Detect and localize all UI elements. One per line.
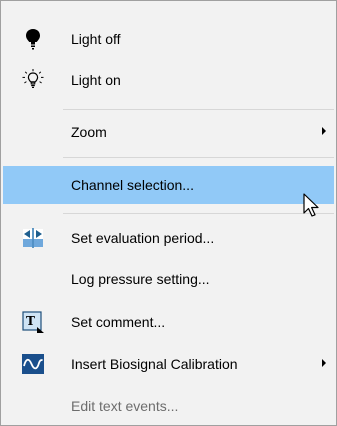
menu-item-label: Edit text events...	[71, 398, 179, 414]
menu-item-label: Log pressure setting...	[71, 271, 210, 287]
evaluation-period-icon	[21, 226, 45, 250]
menu-item-label: Insert Biosignal Calibration	[71, 356, 238, 372]
context-menu: Light off Light on Zoom Channel selectio…	[0, 0, 337, 426]
svg-text:T: T	[26, 314, 35, 328]
comment-text-icon: T	[21, 310, 45, 334]
menu-item-zoom[interactable]: Zoom	[3, 113, 334, 151]
menu-item-insert-biosignal-calibration[interactable]: Insert Biosignal Calibration	[3, 345, 334, 383]
submenu-arrow-icon	[322, 127, 326, 135]
menu-item-edit-text-events: Edit text events...	[3, 387, 334, 425]
mouse-pointer-icon	[303, 193, 323, 219]
menu-item-label: Channel selection...	[71, 177, 194, 193]
submenu-arrow-icon	[322, 359, 326, 367]
menu-separator	[63, 157, 334, 158]
lightbulb-filled-icon	[21, 27, 45, 51]
menu-item-set-comment[interactable]: T Set comment...	[3, 303, 334, 341]
menu-item-light-on[interactable]: Light on	[3, 61, 334, 99]
menu-item-label: Light off	[71, 31, 121, 47]
menu-separator	[63, 109, 334, 110]
menu-item-channel-selection[interactable]: Channel selection...	[3, 166, 334, 204]
menu-separator	[63, 213, 334, 214]
menu-item-label: Set evaluation period...	[71, 230, 215, 246]
sine-wave-icon	[21, 352, 45, 376]
menu-item-label: Light on	[71, 72, 121, 88]
lightbulb-glowing-icon	[21, 68, 45, 92]
menu-item-set-evaluation-period[interactable]: Set evaluation period...	[3, 219, 334, 257]
menu-item-light-off[interactable]: Light off	[3, 20, 334, 58]
menu-item-label: Set comment...	[71, 314, 166, 330]
menu-item-label: Zoom	[71, 124, 107, 140]
menu-item-log-pressure-setting[interactable]: Log pressure setting...	[3, 260, 334, 298]
